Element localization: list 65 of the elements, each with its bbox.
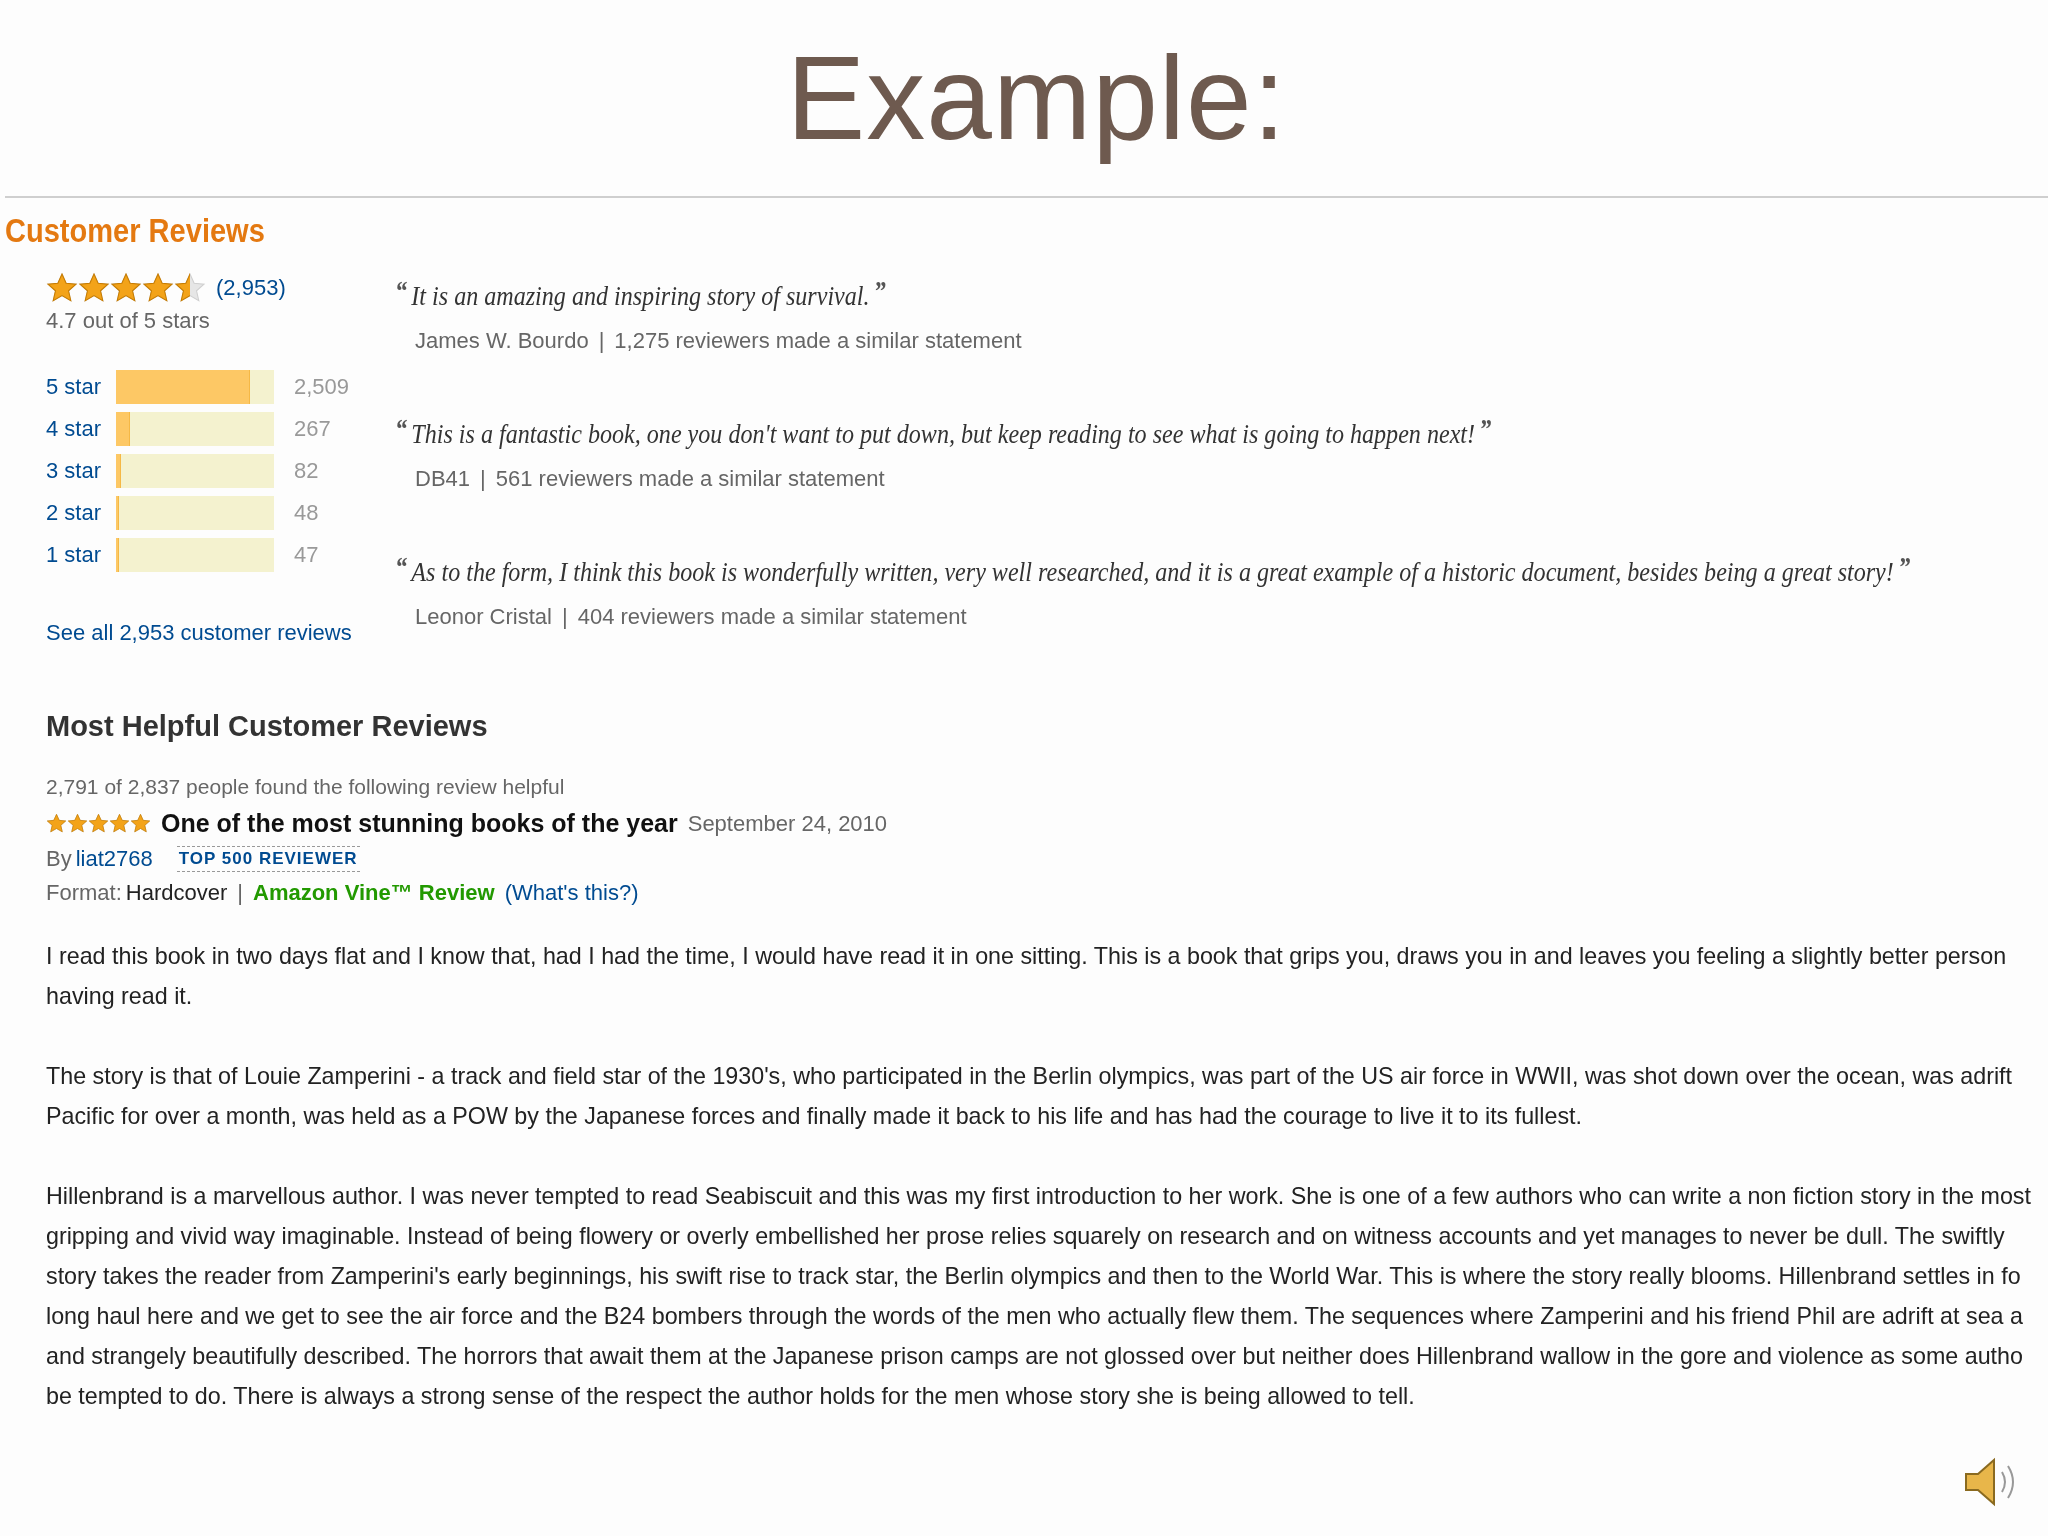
section-heading: Customer Reviews xyxy=(5,212,265,250)
slide-title: Example: xyxy=(785,31,1287,166)
separator: | xyxy=(480,466,486,492)
see-all-reviews-link[interactable]: See all 2,953 customer reviews xyxy=(46,620,395,646)
review-text-line: Pacific for over a month, was held as a POW by the Japanese forces and finally made it back to his life and has had the courage to live it to its fullest. xyxy=(46,1101,1582,1131)
similar-statement-count: 1,275 reviewers made a similar statement xyxy=(614,328,1022,354)
star-filter-link[interactable]: 3 star xyxy=(46,458,116,484)
review-text-line: be tempted to do. There is always a strong sense of the respect the author holds for the men whose story she is being allowed to tell. xyxy=(46,1381,1415,1411)
rating-count: 82 xyxy=(294,458,320,484)
separator: | xyxy=(561,604,568,630)
section-heading: Most Helpful Customer Reviews xyxy=(46,710,489,743)
review-text-line: I read this book in two days flat and I know that, had I had the time, I would have read it in one sitting. This is a book that grips you, draws you in and leaves you feeling a slightly better person xyxy=(46,941,2007,971)
star-icon xyxy=(46,272,78,304)
quote-mark: “ xyxy=(395,556,408,579)
reviewer-link[interactable]: liat2768 xyxy=(75,846,153,872)
review-count-link[interactable]: (2,953) xyxy=(216,275,286,301)
quote-mark: ” xyxy=(1898,556,1911,579)
rating-count: 267 xyxy=(294,416,332,442)
review-text-line: story takes the reader from Zamperini's early beginnings, his swift rise to track star, the Berlin olympics and then to the World War. This is where the story really blooms. Hillenbrand settles in fo xyxy=(46,1261,2021,1291)
star-filter-link[interactable]: 4 star xyxy=(46,416,116,442)
separator: | xyxy=(237,880,243,906)
rating-summary: 4.7 out of 5 stars xyxy=(46,308,211,334)
quote-text: This is a fantastic book, one you don't want to put down, but keep reading to see what is going to happen next! xyxy=(411,418,1476,450)
review-date: September 24, 2010 xyxy=(687,810,888,837)
similar-statement-count: 404 reviewers made a similar statement xyxy=(577,604,967,630)
star-icon xyxy=(109,813,130,834)
reviewer-name: James W. Bourdo xyxy=(415,328,589,354)
star-filter-link[interactable]: 1 star xyxy=(46,542,116,568)
star-icon xyxy=(88,813,109,834)
rating-count: 48 xyxy=(294,500,320,526)
format-value: Hardcover xyxy=(125,880,228,906)
star-icon xyxy=(142,272,174,304)
helpful-votes: 2,791 of 2,837 people found the following review helpful xyxy=(46,775,566,799)
rating-count: 2,509 xyxy=(294,374,351,400)
format-label: Format: xyxy=(46,880,122,906)
star-icon xyxy=(130,813,151,834)
review-text-line: Hillenbrand is a marvellous author. I was never tempted to read Seabiscuit and this was my first introduction to her work. She is one of a few authors who can write a non fiction story in the most xyxy=(46,1181,2031,1211)
star-icon xyxy=(174,272,206,304)
review-title: One of the most stunning books of the year xyxy=(161,809,678,838)
star-icon xyxy=(46,813,67,834)
quote-text: As to the form, I think this book is wonderfully written, very well researched, and it is a great example of a historic document, besides being a great story! xyxy=(411,556,1894,588)
similar-statement-count: 561 reviewers made a similar statement xyxy=(495,466,885,492)
review-text-line: gripping and vivid way imaginable. Instead of being flowery or overly embellished her prose relies squarely on research and on witness accounts and yet manages to never be dull. The swiftly xyxy=(46,1221,2005,1251)
star-filter-link[interactable]: 5 star xyxy=(46,374,116,400)
by-label: By xyxy=(46,846,72,872)
quote-mark: “ xyxy=(395,280,408,303)
quote-mark: “ xyxy=(395,418,408,441)
star-icon xyxy=(67,813,88,834)
star-filter-link[interactable]: 2 star xyxy=(46,500,116,526)
quote-text: It is an amazing and inspiring story of survival. xyxy=(411,280,870,312)
review-text-line: long haul here and we get to see the air force and the B24 bombers through the words of the men who actually flew them. The sequences where Zamperini and his friend Phil are adrift at sea a xyxy=(46,1301,2023,1331)
reviewer-name: DB41 xyxy=(415,466,471,492)
review-text-line: The story is that of Louie Zamperini - a track and field star of the 1930's, who participated in the Berlin olympics, was part of the US air force in WWII, was shot down over the ocean, was adrift xyxy=(46,1061,2013,1091)
quote-mark: ” xyxy=(873,280,886,303)
reviewer-badge[interactable]: TOP 500 REVIEWER xyxy=(176,846,360,872)
separator: | xyxy=(598,328,605,354)
review-text-line: having read it. xyxy=(46,981,193,1011)
quote-mark: ” xyxy=(1479,418,1492,441)
star-icon xyxy=(78,272,110,304)
rating-count: 47 xyxy=(294,542,320,568)
vine-review-label: Amazon Vine™ Review xyxy=(253,880,495,906)
reviewer-name: Leonor Cristal xyxy=(415,604,552,630)
star-icon xyxy=(110,272,142,304)
review-text-line: and strangely beautifully described. The horrors that await them at the Japanese prison camps are not glossed over but neither does Hillenbrand wallow in the gore and violence as some autho xyxy=(46,1341,2023,1371)
whats-this-link[interactable]: (What's this?) xyxy=(504,880,639,906)
